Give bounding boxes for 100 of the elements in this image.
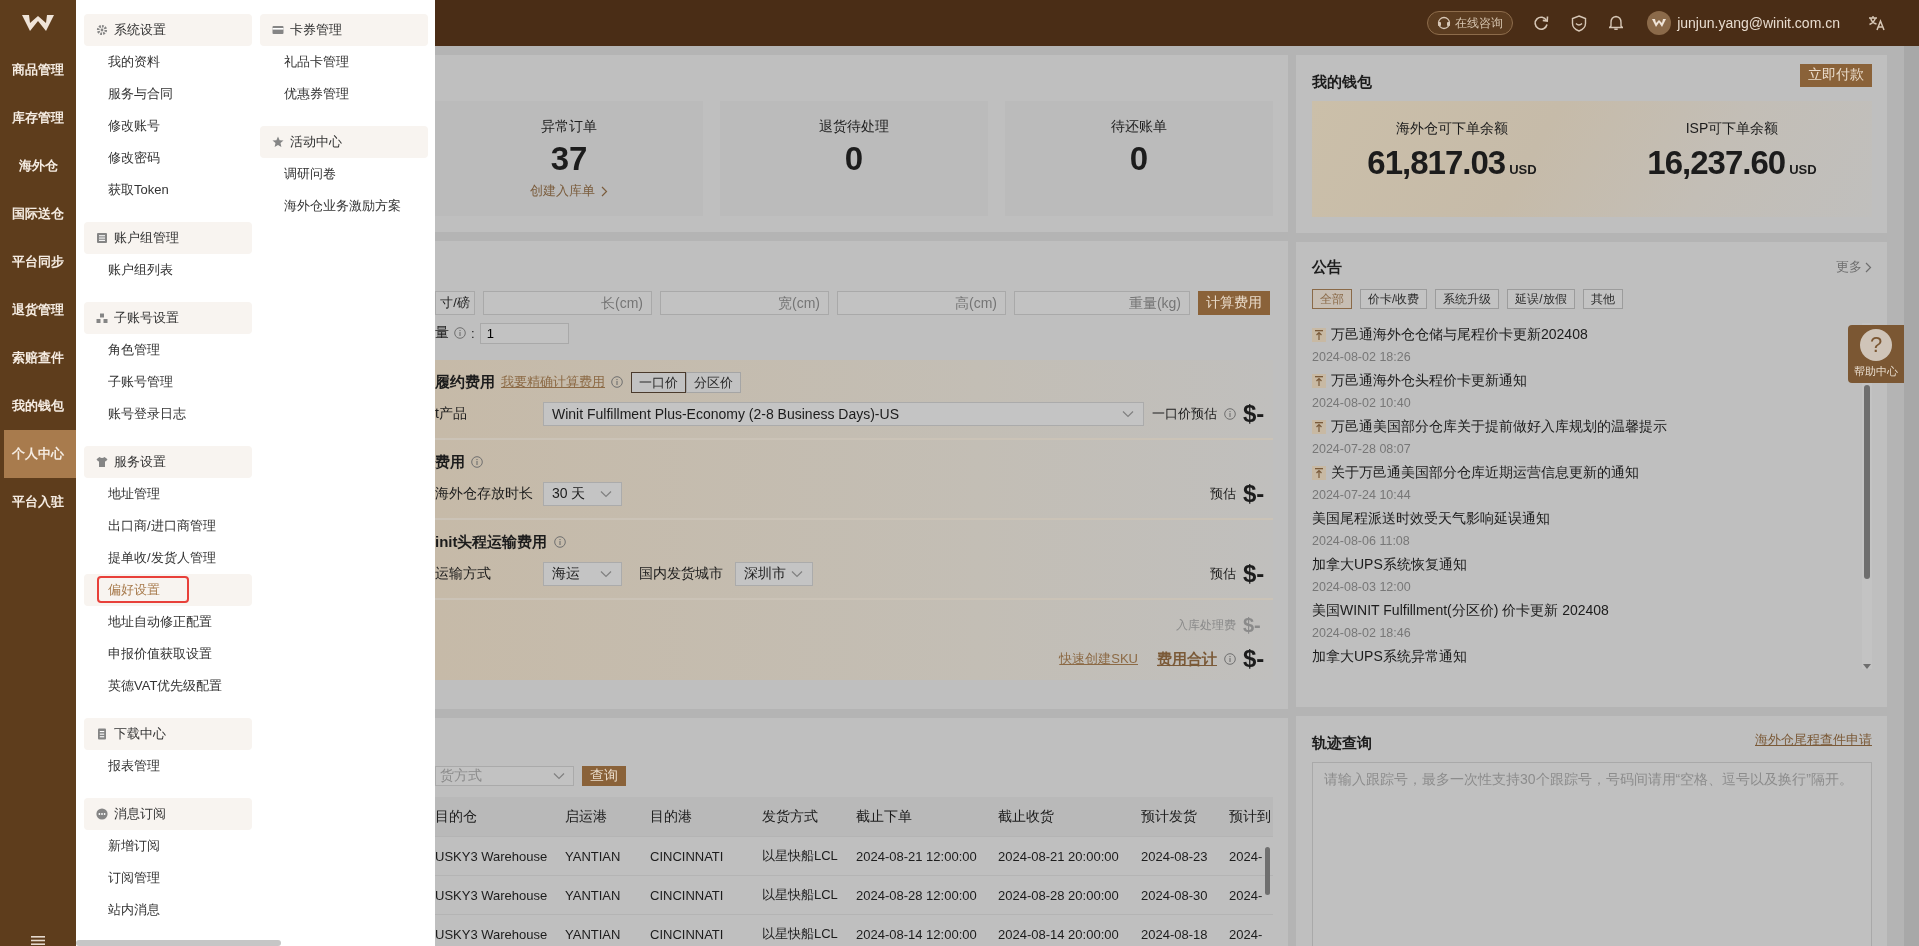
menu-item[interactable]: 站内消息	[84, 894, 252, 926]
help-center-button[interactable]: ? 帮助中心	[1848, 325, 1904, 383]
stat-label: 退货待处理	[819, 117, 889, 136]
field-label: 国内发货城市	[639, 565, 723, 583]
menu-item[interactable]: 账户组列表	[84, 254, 252, 286]
menu-item[interactable]: 新增订阅	[84, 830, 252, 862]
input-field[interactable]: 高(cm)	[837, 291, 1006, 315]
notice-date: 2024-08-02 18:46	[1312, 625, 1412, 642]
card-title: 轨迹查询	[1312, 732, 1372, 753]
menu-item[interactable]: 礼品卡管理	[260, 46, 428, 78]
menu-group-title: 卡券管理	[290, 21, 342, 39]
stat-value: 37	[550, 139, 588, 179]
estimate-label: 预估	[1210, 565, 1236, 583]
amount-value: $-	[1243, 645, 1265, 673]
menu-item[interactable]: 提单收/发货人管理	[84, 542, 252, 574]
select-field[interactable]: Winit Fulfillment Plus-Economy (2-8 Business Days)-US	[543, 402, 1144, 426]
nav-item[interactable]: 我的钱包	[4, 382, 76, 430]
table-cell-text: CINCINNATI	[650, 887, 725, 903]
field-label: 运输方式	[435, 565, 492, 583]
notice-title[interactable]: 加拿大UPS系统异常通知	[1312, 645, 1467, 668]
notice-title[interactable]: 关于万邑通美国部分仓库近期运营信息更新的通知	[1312, 461, 1639, 484]
menu-group-title: 服务设置	[114, 453, 166, 471]
input-field[interactable]: 宽(cm)	[660, 291, 829, 315]
menu-item[interactable]: 偏好设置	[84, 574, 252, 606]
menu-group-title: 系统设置	[114, 21, 166, 39]
table-cell-text: 2024-08-14 12:00:00	[856, 926, 978, 942]
currency-label: USD	[1789, 162, 1817, 177]
menu-item[interactable]: 海外仓业务激励方案	[260, 190, 428, 222]
notice-title[interactable]: 万邑通海外仓仓储与尾程价卡更新202408	[1312, 323, 1588, 346]
nav-item[interactable]: 海外仓	[4, 142, 76, 190]
nav-item[interactable]: 库存管理	[4, 94, 76, 142]
menu-item[interactable]: 服务与合同	[84, 78, 252, 110]
select-field[interactable]: 深圳市	[735, 562, 813, 586]
notice-title[interactable]: 万邑通海外仓头程价卡更新通知	[1312, 369, 1527, 392]
input-field[interactable]: 重量(kg)	[1014, 291, 1190, 315]
stat-tile[interactable]: 异常订单 37 创建入库单	[435, 101, 703, 216]
unit-button[interactable]: 寸/磅	[435, 291, 475, 315]
menu-item[interactable]: 我的资料	[84, 46, 252, 78]
stat-tile[interactable]: 退货待处理 0	[720, 101, 988, 216]
filter-tab[interactable]: 延误/放假	[1507, 289, 1575, 309]
menu-item[interactable]: 修改账号	[84, 110, 252, 142]
pay-button[interactable]: 立即付款	[1800, 63, 1872, 87]
menu-item[interactable]: 申报价值获取设置	[84, 638, 252, 670]
filter-tab[interactable]: 价卡/收费	[1360, 289, 1428, 309]
menu-item[interactable]: 角色管理	[84, 334, 252, 366]
nav-item[interactable]: 平台入驻	[4, 478, 76, 526]
menu-item[interactable]: 报表管理	[84, 750, 252, 782]
menu-item[interactable]: 账号登录日志	[84, 398, 252, 430]
menu-item[interactable]: 出口商/进口商管理	[84, 510, 252, 542]
notice-title[interactable]: 加拿大UPS系统恢复通知	[1312, 553, 1467, 576]
calculate-button[interactable]: 计算费用	[1198, 291, 1270, 315]
filter-tab[interactable]: 系统升级	[1435, 289, 1500, 309]
notice-title[interactable]: 美国尾程派送时效受天气影响延误通知	[1312, 507, 1550, 530]
notice-date: 2024-07-28 08:07	[1312, 441, 1412, 458]
menu-item[interactable]: 获取Token	[84, 174, 252, 206]
notice-date: 2024-08-02 18:26	[1312, 349, 1412, 366]
filter-tab[interactable]: 其他	[1582, 289, 1623, 309]
notice-date: 2024-08-03 12:00	[1312, 579, 1412, 596]
nav-item[interactable]: 商品管理	[4, 46, 76, 94]
menu-item[interactable]: 调研问卷	[260, 158, 428, 190]
notice-title[interactable]: 万邑通美国部分仓库关于提前做好入库规划的温馨提示	[1312, 415, 1667, 438]
query-button[interactable]: 查询	[582, 766, 626, 786]
mode-toggle[interactable]: 分区价	[686, 371, 741, 393]
table-cell-text: 2024-	[1229, 848, 1264, 864]
nav-item[interactable]: 国际送仓	[4, 190, 76, 238]
menu-item[interactable]: 修改密码	[84, 142, 252, 174]
user-email[interactable]: junjun.yang@winit.com.cn	[1677, 15, 1840, 31]
table-cell-text: USKY3 Warehouse	[435, 926, 549, 942]
currency-label: USD	[1509, 162, 1537, 177]
menu-item[interactable]: 地址自动修正配置	[84, 606, 252, 638]
mode-toggle[interactable]: 一口价	[631, 371, 686, 393]
menu-item[interactable]: 英德VAT优先级配置	[84, 670, 252, 702]
table-cell-text: 2024-08-21 20:00:00	[998, 848, 1120, 864]
amount-value: $-	[1243, 613, 1262, 637]
stat-tile[interactable]: 待还账单 0	[1005, 101, 1273, 216]
nav-item[interactable]: 退货管理	[4, 286, 76, 334]
menu-item[interactable]: 地址管理	[84, 478, 252, 510]
menu-item[interactable]: 优惠券管理	[260, 78, 428, 110]
amount-value: $-	[1243, 480, 1265, 508]
tracking-request-link[interactable]: 海外仓尾程查件申请	[1755, 729, 1872, 749]
table-cell-text: 以星快船LCL	[762, 886, 839, 904]
input-field[interactable]: 长(cm)	[483, 291, 652, 315]
quantity-field[interactable]: 1	[479, 322, 569, 344]
consult-button[interactable]: 在线咨询	[1427, 11, 1514, 35]
stat-label: 待还账单	[1111, 117, 1167, 136]
notice-title[interactable]: 美国WINIT Fulfillment(分区价) 价卡更新 202408	[1312, 599, 1609, 622]
notice-date: 2024-08-02 10:40	[1312, 395, 1412, 412]
menu-item[interactable]: 订阅管理	[84, 862, 252, 894]
menu-item[interactable]: 子账号管理	[84, 366, 252, 398]
table-cell-text: 2024-	[1229, 887, 1264, 903]
table-cell-text: USKY3 Warehouse	[435, 887, 549, 903]
table-cell-text: 2024-08-28 20:00:00	[998, 887, 1120, 903]
table-cell-text: 以星快船LCL	[762, 847, 839, 865]
stat-value: 0	[844, 139, 864, 179]
nav-item[interactable]: 平台同步	[4, 238, 76, 286]
select-field[interactable]: 海运	[543, 562, 622, 586]
select-field[interactable]: 30 天	[543, 482, 622, 506]
table-cell-text: YANTIAN	[565, 887, 622, 903]
nav-item[interactable]: 索赔查件	[4, 334, 76, 382]
table-cell-text: 2024-08-14 20:00:00	[998, 926, 1120, 942]
